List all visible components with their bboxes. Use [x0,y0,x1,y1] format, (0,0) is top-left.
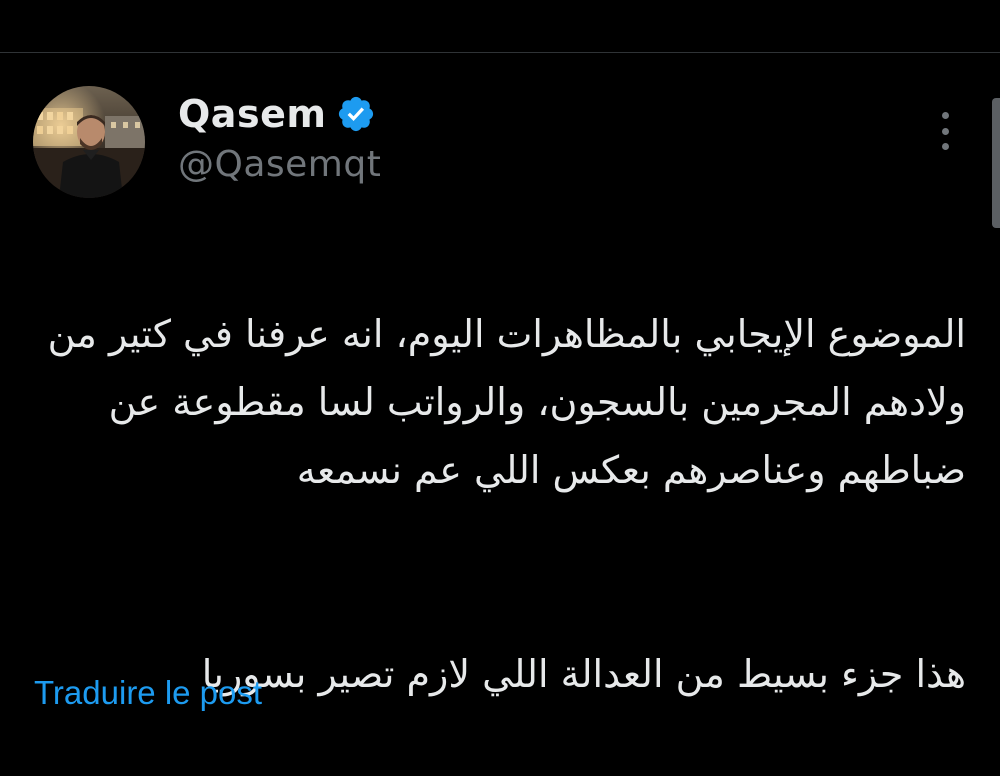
more-vertical-icon [941,112,949,119]
top-divider [0,52,1000,53]
tweet-text-paragraph-1: الموضوع الإيجابي بالمظاهرات اليوم، انه ع… [47,312,966,492]
more-vertical-icon-dot-3 [941,143,949,150]
verified-badge-icon[interactable] [336,94,376,134]
more-vertical-icon-dot-2 [941,127,949,135]
scrollbar-thumb[interactable] [992,98,1000,228]
translate-post-link[interactable]: Traduire le post [34,674,262,712]
avatar[interactable] [33,86,145,198]
author-block: Qasem @Qasemqt [178,88,381,185]
author-display-name[interactable]: Qasem [178,92,326,136]
more-options-button[interactable] [928,108,962,154]
avatar-photo [33,86,145,198]
author-name-row: Qasem [178,88,381,140]
author-handle[interactable]: @Qasemqt [178,144,381,185]
